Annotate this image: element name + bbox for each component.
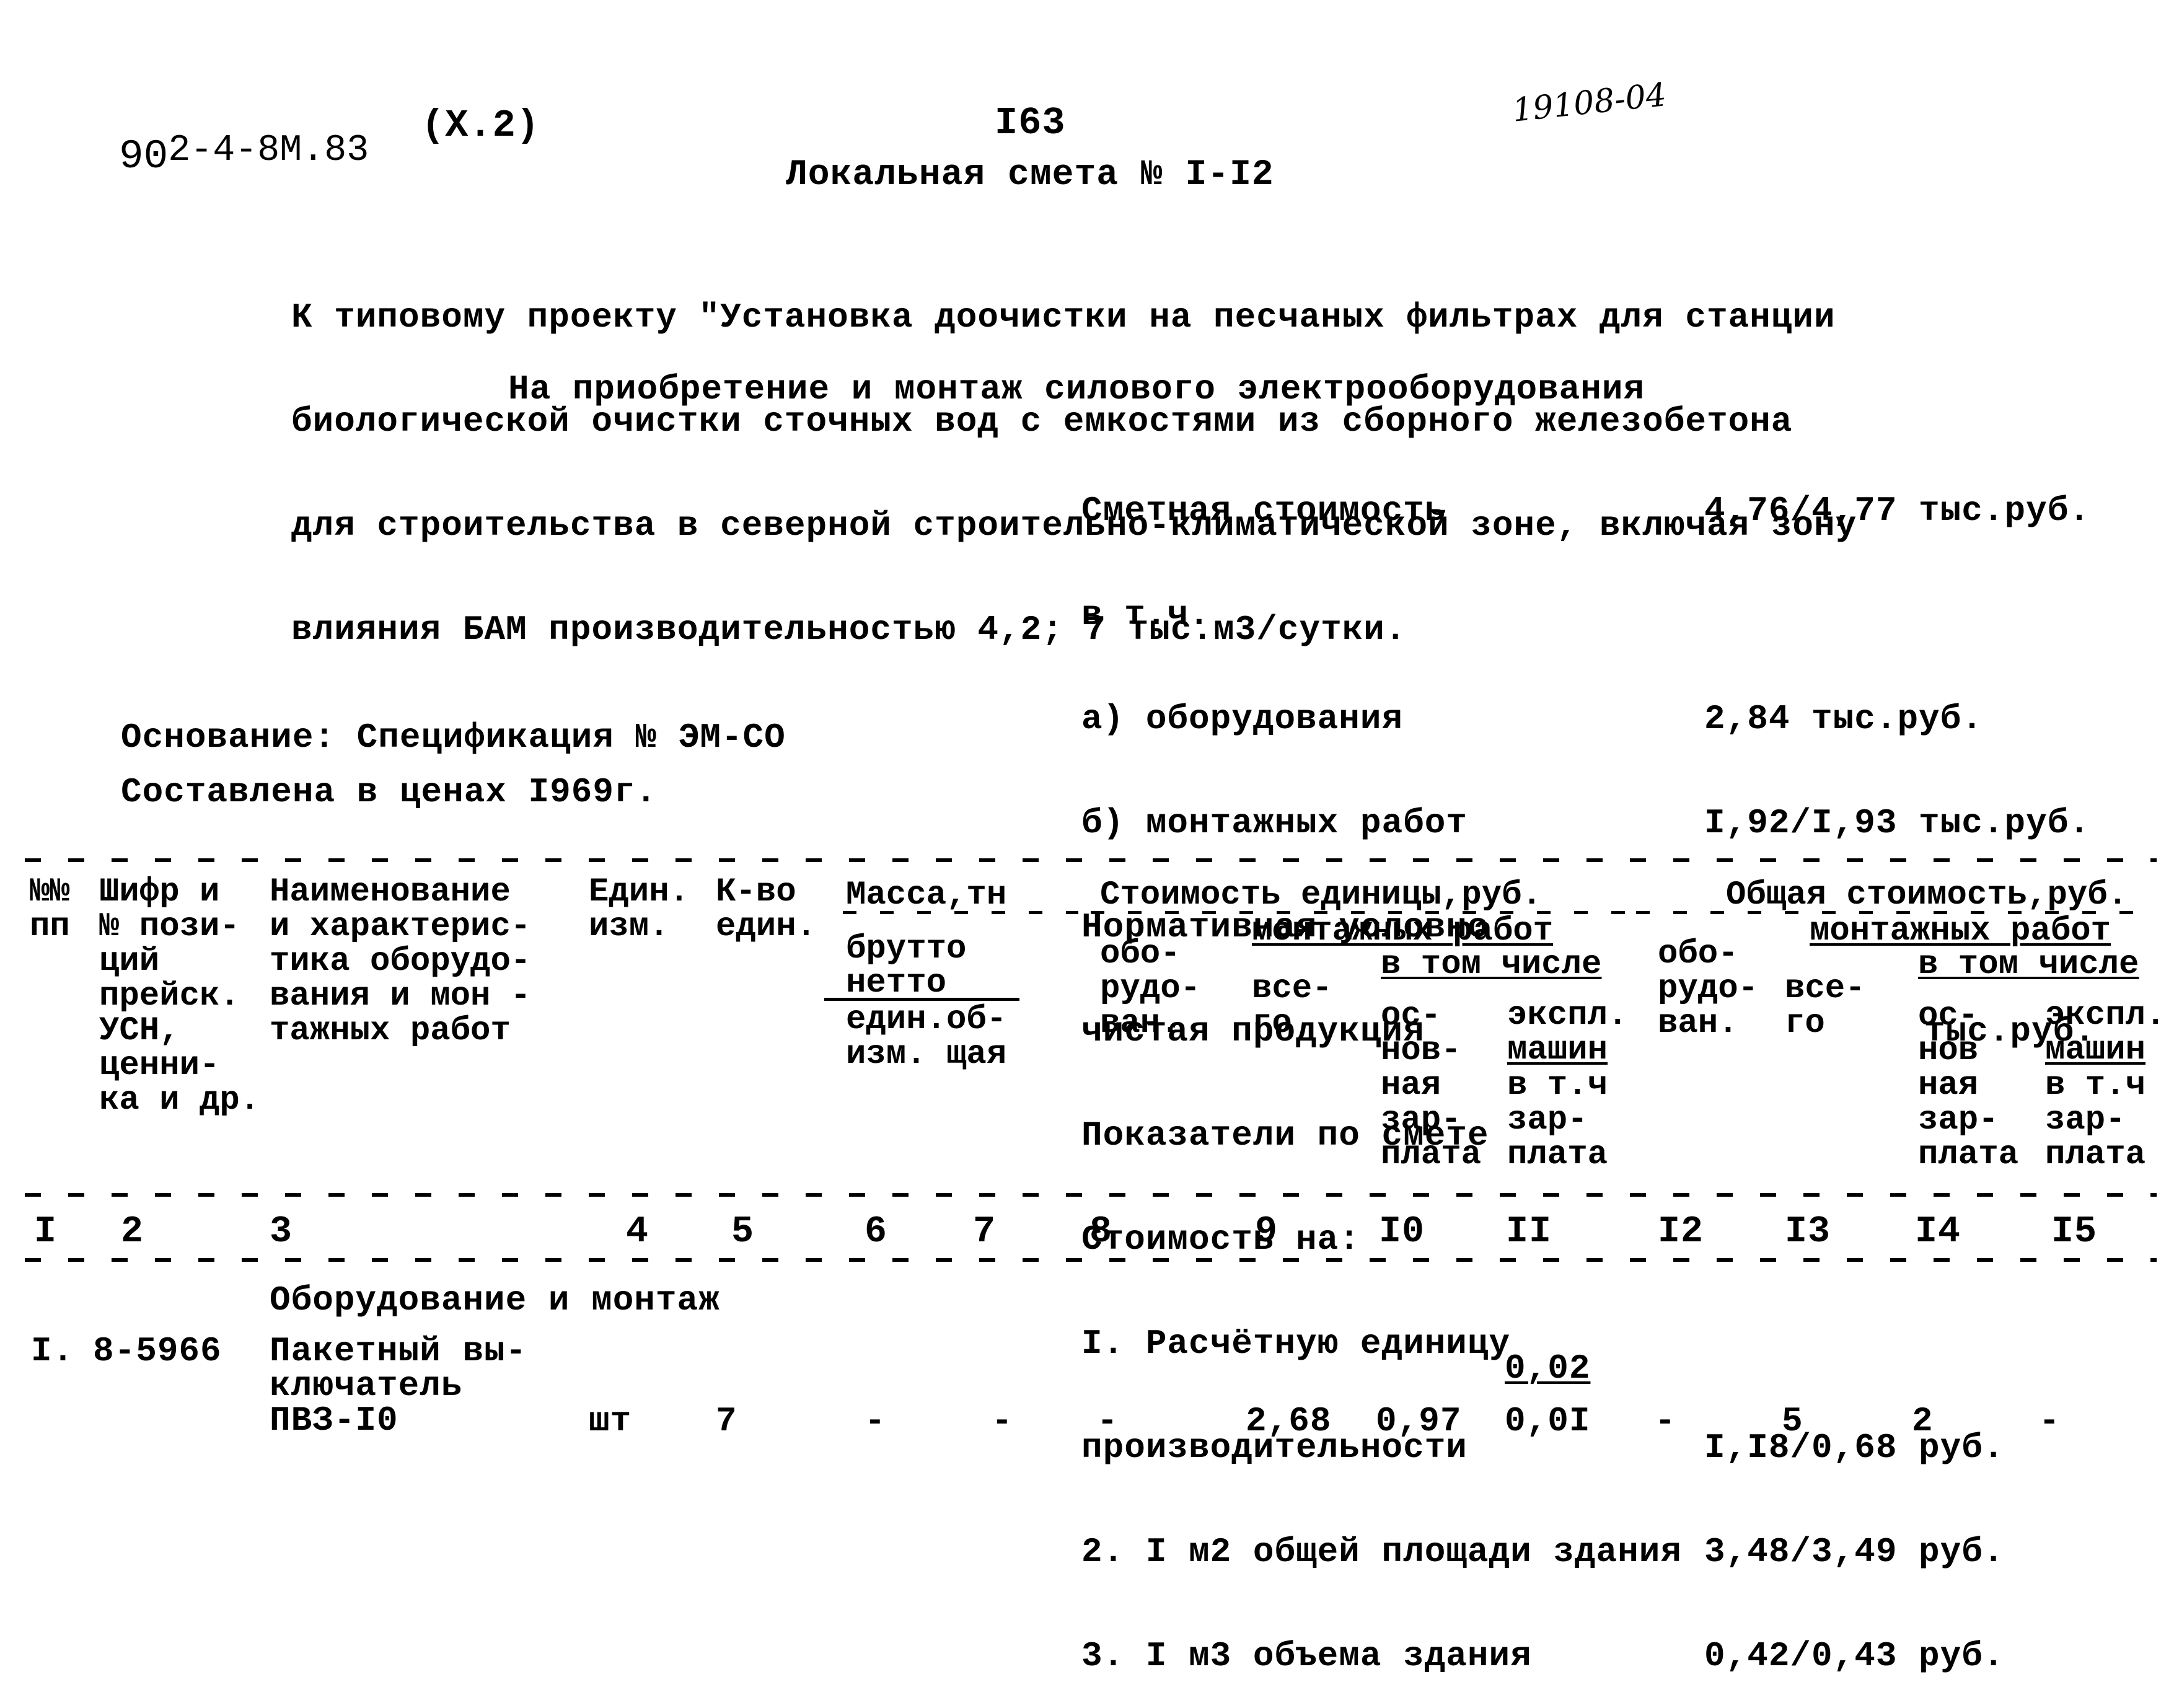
- header-unit-incl-group: в том числе: [1381, 946, 1602, 984]
- header-bottom-divider: [25, 1193, 2157, 1197]
- basis-specification: Основание: Спецификация № ЭМ-СО: [121, 718, 786, 757]
- header-unit-install-total: все- го: [1252, 970, 1332, 1042]
- column-number-9: 9: [1255, 1211, 1278, 1253]
- column-number-3: 3: [270, 1211, 293, 1253]
- summary-row: Сметная стоимость 4,76/4,77 тыс.руб.: [1081, 493, 2154, 528]
- row-unit-machine: 0,0I: [1505, 1401, 1591, 1441]
- summary-value: 0,42/0,43 руб.: [1704, 1636, 2005, 1676]
- summary-row: 2. I м2 общей площади здания 3,48/3,49 ру…: [1081, 1534, 2154, 1569]
- column-number-8: 8: [1089, 1211, 1113, 1253]
- table-top-divider: [25, 858, 2157, 862]
- row-unit-machine-wage: 0,02: [1505, 1349, 1591, 1388]
- column-number-5: 5: [731, 1211, 755, 1253]
- page-title: Локальная смета № I-I2: [786, 155, 1274, 195]
- handwritten-reference: 19108-04: [1510, 76, 1668, 130]
- header-unit-cost-group: Стоимость единицы,руб.: [1100, 876, 1542, 914]
- document-code-number: 2-4-8М.83: [168, 130, 369, 172]
- basis-price-year: Составлена в ценах I969г.: [121, 772, 658, 812]
- column-number-14: I4: [1915, 1211, 1961, 1253]
- summary-row: а) оборудования 2,84 тыс.руб.: [1081, 702, 2154, 736]
- column-number-6: 6: [865, 1211, 888, 1253]
- column-number-divider: [25, 1258, 2157, 1262]
- header-total-install-total: все- го: [1785, 970, 1865, 1042]
- row-quantity: 7: [716, 1401, 737, 1441]
- row-unit-equipment: -: [1097, 1401, 1119, 1441]
- summary-label: Стоимость на:: [1081, 1220, 1360, 1259]
- row-total-install-total: 5: [1782, 1401, 1803, 1441]
- row-mass-total: -: [992, 1401, 1013, 1441]
- row-unit-install-total: 2,68: [1246, 1401, 1332, 1441]
- estimate-subtitle: На приобретение и монтаж силового электр…: [508, 369, 1645, 409]
- header-unit: Един. изм.: [589, 873, 690, 946]
- header-unit-equipment: обо- рудо- ван.: [1100, 935, 1201, 1042]
- page-number: I63: [995, 101, 1066, 145]
- row-unit: шт: [589, 1401, 632, 1441]
- header-mass-netto: нетто: [846, 964, 947, 1002]
- column-number-2: 2: [121, 1211, 144, 1253]
- header-total-base-wage: ос- нов ная зар- плата: [1918, 997, 2019, 1174]
- document-code-prefix: 90: [119, 133, 169, 180]
- volume-label: (X.2): [421, 103, 540, 147]
- header-unit-install-group: монтажных работ: [1252, 912, 1554, 950]
- summary-label: 2. I м2 общей площади здания: [1081, 1532, 1682, 1572]
- header-total-incl-group: в том числе: [1918, 946, 2139, 984]
- summary-value: 2,84 тыс.руб.: [1704, 699, 1983, 739]
- summary-label: а) оборудования: [1081, 699, 1404, 739]
- column-number-15: I5: [2051, 1211, 2098, 1253]
- column-number-10: I0: [1379, 1211, 1425, 1253]
- column-number-1: I: [34, 1211, 58, 1253]
- row-name: Пакетный вы- ключатель ПВЗ-I0: [270, 1331, 527, 1440]
- summary-label: 3. I м3 объема здания: [1081, 1636, 1532, 1676]
- column-number-12: I2: [1658, 1211, 1704, 1253]
- row-total-base-wage: 2: [1912, 1401, 1934, 1441]
- row-number: I.: [31, 1331, 74, 1371]
- column-number-11: II: [1506, 1211, 1552, 1253]
- summary-row: 3. I м3 объема здания 0,42/0,43 руб.: [1081, 1639, 2154, 1673]
- header-mass-group: Масса,тн: [846, 876, 1007, 914]
- summary-value: 3,48/3,49 руб.: [1704, 1532, 2005, 1572]
- header-total-cost-group: Общая стоимость,руб.: [1726, 876, 2128, 914]
- summary-value: I,I8/0,68 руб.: [1704, 1428, 2005, 1468]
- header-mass-unit: един.об- изм. щая: [846, 1001, 1007, 1073]
- header-total-machine-bottom: в т.ч зар- плата: [2045, 1067, 2146, 1174]
- header-unit-base-wage: ос- нов- ная зар- плата: [1381, 997, 1482, 1174]
- document-code: 902-4-8М.83: [74, 99, 369, 177]
- row-mass-unit: -: [865, 1401, 886, 1441]
- header-total-machine-top: экспл.: [2045, 997, 2166, 1034]
- summary-label: в т.ч.: [1081, 595, 1210, 635]
- section-title: Оборудование и монтаж: [270, 1280, 720, 1320]
- row-total-equipment: -: [1655, 1401, 1676, 1441]
- summary-row: в т.ч.: [1081, 597, 2154, 632]
- header-quantity: К-во един.: [716, 873, 817, 946]
- summary-value: I,92/I,93 тыс.руб.: [1704, 803, 2090, 843]
- summary-row: б) монтажных работ I,92/I,93 тыс.руб.: [1081, 806, 2154, 840]
- summary-label: б) монтажных работ: [1081, 803, 1468, 843]
- row-code: 8-5966: [93, 1331, 222, 1371]
- header-total-equipment: обо- рудо- ван.: [1658, 935, 1759, 1042]
- summary-label: Сметная стоимость: [1081, 491, 1446, 530]
- header-mass-brutto: брутто: [846, 930, 967, 968]
- header-total-machine-mid: машин: [2045, 1031, 2146, 1069]
- summary-row: производительности I,I8/0,68 руб.: [1081, 1430, 2154, 1465]
- column-number-4: 4: [626, 1211, 649, 1253]
- column-number-7: 7: [973, 1211, 997, 1253]
- summary-value: 4,76/4,77 тыс.руб.: [1704, 491, 2090, 530]
- header-code: Шифр и № пози- ций прейск. УСН, ценни- к…: [99, 873, 260, 1119]
- header-name: Наименование и характерис- тика оборудо-…: [270, 873, 531, 1050]
- description-line: К типовому проекту "Установка доочистки …: [291, 297, 1836, 337]
- summary-label: I. Расчётную единицу: [1081, 1324, 1511, 1363]
- row-unit-base-wage: 0,97: [1376, 1401, 1462, 1441]
- header-unit-machine-top: экспл.: [1507, 997, 1628, 1034]
- header-mass-underline: [843, 911, 1078, 914]
- row-total-machine: -: [2039, 1401, 2061, 1441]
- header-total-install-group: монтажных работ: [1810, 912, 2111, 950]
- header-row-number: №№ пп: [30, 873, 70, 946]
- summary-row: Стоимость на:: [1081, 1222, 2154, 1257]
- column-number-13: I3: [1785, 1211, 1831, 1253]
- header-unit-machine-mid: машин: [1507, 1031, 1608, 1069]
- header-unit-machine-bottom: в т.ч зар- плата: [1507, 1067, 1608, 1174]
- summary-row: I. Расчётную единицу: [1081, 1326, 2154, 1361]
